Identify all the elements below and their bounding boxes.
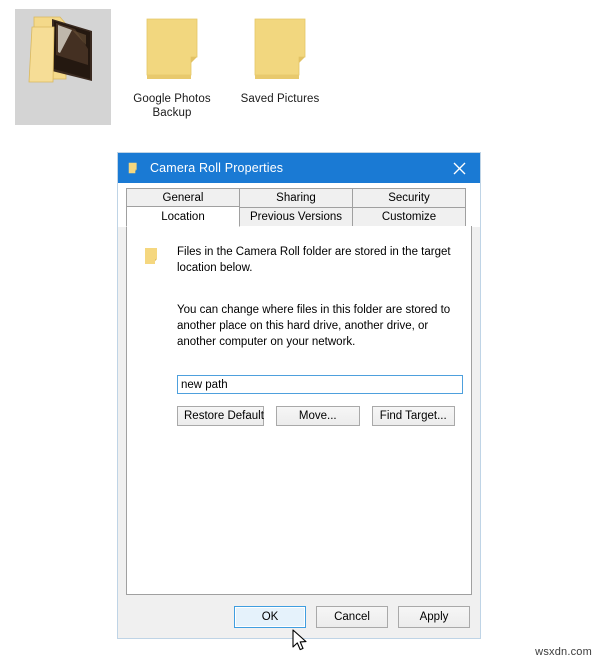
tab-sharing[interactable]: Sharing [239, 188, 353, 207]
tab-label: Customize [381, 211, 437, 223]
watermark: wsxdn.com [535, 646, 592, 658]
location-description-block: Files in the Camera Roll folder are stor… [143, 244, 455, 276]
tab-previous-versions[interactable]: Previous Versions [239, 207, 353, 226]
folder-icon [224, 6, 336, 92]
desktop-icon-label: Saved Pictures [240, 93, 320, 105]
location-path-input[interactable] [177, 375, 463, 394]
tab-customize[interactable]: Customize [352, 207, 466, 226]
desktop-icon-label: Google Photos Backup [133, 93, 211, 119]
close-icon[interactable] [438, 153, 480, 183]
tab-security[interactable]: Security [352, 188, 466, 207]
properties-dialog: Camera Roll Properties General Sharing S… [117, 152, 481, 639]
paragraph-change-location: You can change where files in this folde… [177, 304, 451, 348]
move-button[interactable]: Move... [276, 406, 360, 426]
restore-default-button[interactable]: Restore Default [177, 406, 264, 426]
location-action-buttons: Restore Default Move... Find Target... [177, 406, 455, 426]
ok-button[interactable]: OK [234, 605, 306, 628]
tab-label: Sharing [276, 192, 316, 204]
dialog-footer: OK Cancel Apply [118, 595, 480, 638]
apply-button[interactable]: Apply [398, 605, 470, 628]
desktop-icon-google-photos-backup[interactable]: Google Photos Backup [116, 6, 228, 120]
desktop-icon-saved-pictures[interactable]: Saved Pictures [224, 6, 336, 106]
cancel-button[interactable]: Cancel [316, 605, 388, 628]
tab-strip: General Sharing Security Location Previo… [118, 183, 480, 227]
tab-location[interactable]: Location [126, 206, 240, 227]
folder-icon [145, 248, 157, 264]
tab-label: Location [161, 211, 205, 223]
tab-general[interactable]: General [126, 188, 240, 207]
tab-panel-location: Files in the Camera Roll folder are stor… [126, 226, 472, 595]
desktop-area: Camera Roll Google Photos Backup Saved P… [0, 0, 600, 150]
open-folder-with-photo-icon [6, 6, 118, 92]
tab-label: Security [388, 192, 430, 204]
folder-icon [116, 6, 228, 92]
tab-row-top: General Sharing Security [126, 188, 472, 207]
desktop-icon-camera-roll[interactable]: Camera Roll [6, 6, 118, 125]
tab-label: General [162, 192, 204, 204]
tab-label: Previous Versions [249, 211, 343, 223]
dialog-title: Camera Roll Properties [150, 161, 284, 175]
tab-row-bottom: Location Previous Versions Customize [126, 206, 472, 227]
dialog-title-bar[interactable]: Camera Roll Properties [118, 153, 480, 183]
find-target-button[interactable]: Find Target... [371, 406, 455, 426]
paragraph-target-location: Files in the Camera Roll folder are stor… [177, 246, 451, 274]
folder-icon [128, 162, 137, 174]
